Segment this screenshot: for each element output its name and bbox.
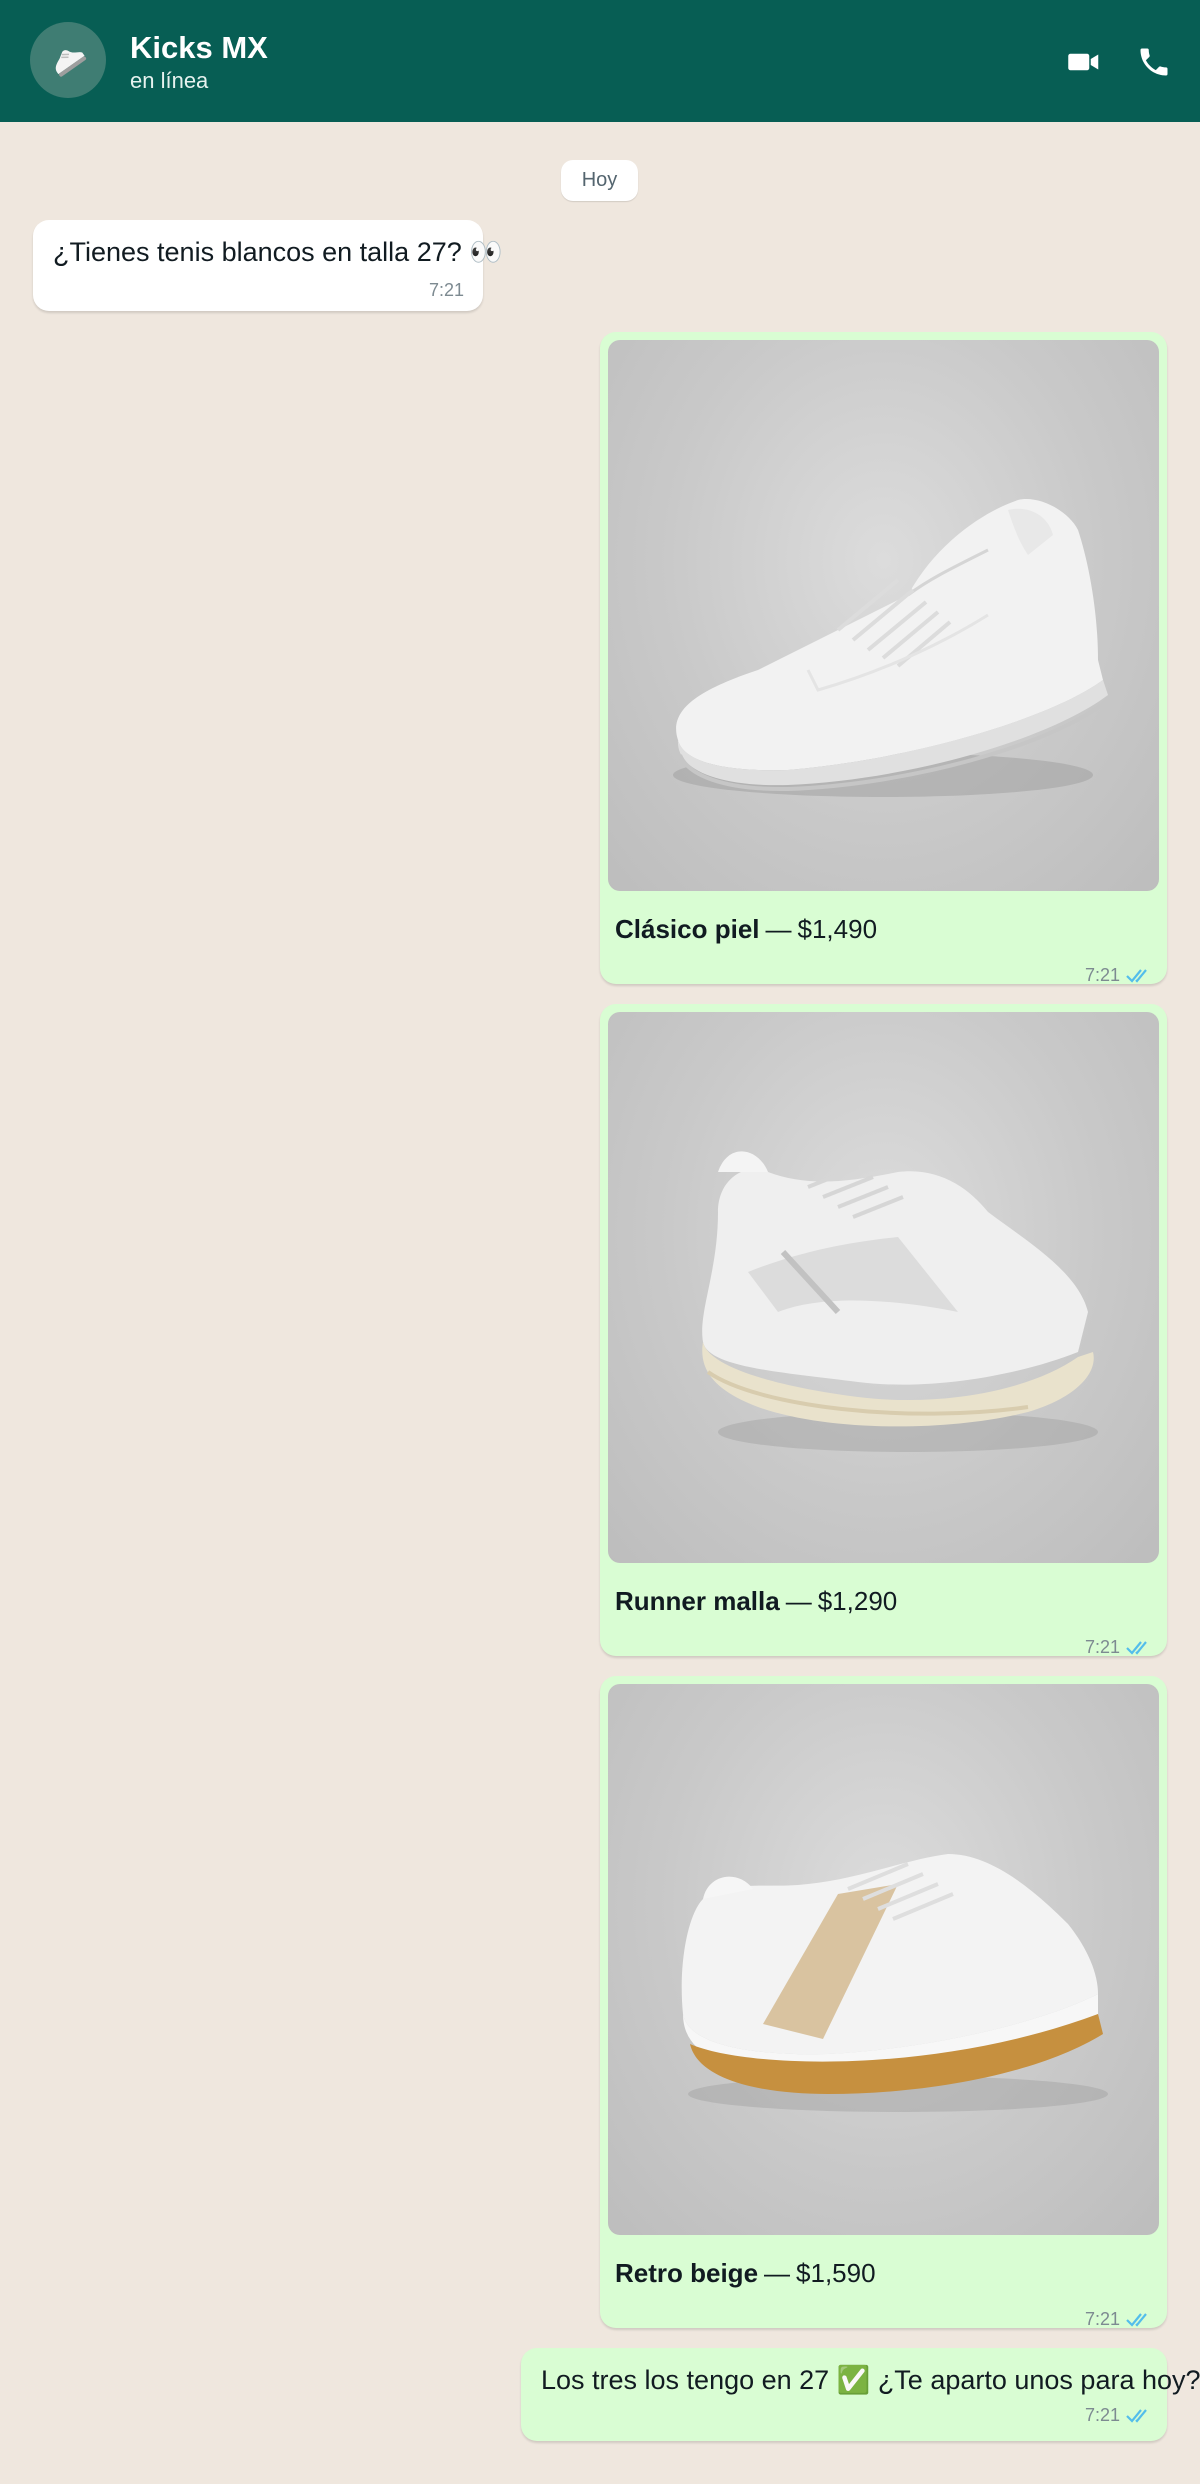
product-price: $1,590 bbox=[796, 2258, 876, 2288]
product-caption: Clásico piel — $1,490 bbox=[615, 914, 877, 945]
message-time: 7:21 bbox=[429, 280, 464, 301]
contact-avatar[interactable] bbox=[30, 22, 106, 98]
outgoing-message[interactable]: Los tres los tengo en 27 ✅ ¿Te aparto un… bbox=[521, 2348, 1200, 2441]
timestamp: 7:21 bbox=[1085, 965, 1121, 985]
product-photo-retro[interactable] bbox=[608, 1684, 1159, 2235]
incoming-message[interactable]: ¿Tienes tenis blancos en talla 27? 👀 7:2… bbox=[33, 220, 503, 311]
message-time: 7:21 bbox=[1085, 2309, 1152, 2330]
product-name: Runner malla bbox=[615, 1586, 780, 1616]
timestamp: 7:21 bbox=[1085, 2405, 1121, 2425]
caption-dash: — bbox=[765, 914, 792, 944]
video-call-icon[interactable] bbox=[1066, 44, 1102, 80]
contact-status: en línea bbox=[130, 68, 209, 93]
caption-dash: — bbox=[764, 2258, 791, 2288]
message-text: ¿Tienes tenis blancos en talla 27? 👀 bbox=[53, 237, 503, 267]
product-photo-clasico[interactable] bbox=[608, 340, 1159, 891]
contact-name[interactable]: Kicks MX bbox=[130, 30, 268, 66]
message-time: 7:21 bbox=[1085, 2405, 1152, 2426]
date-divider: Hoy bbox=[561, 160, 638, 201]
white-mesh-runner-image bbox=[702, 1151, 1098, 1452]
timestamp: 7:21 bbox=[429, 280, 465, 300]
chat-header: Kicks MX en línea bbox=[0, 0, 1200, 122]
timestamp: 7:21 bbox=[1085, 2309, 1121, 2329]
timestamp: 7:21 bbox=[1085, 1637, 1121, 1657]
double-check-read-icon bbox=[1126, 968, 1147, 983]
message-time: 7:21 bbox=[1085, 1637, 1152, 1658]
caption-dash: — bbox=[785, 1586, 812, 1616]
sneaker-avatar-icon bbox=[55, 50, 87, 77]
product-caption: Retro beige — $1,590 bbox=[615, 2258, 876, 2289]
product-name: Clásico piel bbox=[615, 914, 760, 944]
product-image-message[interactable]: Clásico piel — $1,490 7:21 bbox=[600, 332, 1167, 986]
product-image-message[interactable]: Runner malla — $1,290 7:21 bbox=[600, 1004, 1167, 1658]
product-image-message[interactable]: Retro beige — $1,590 7:21 bbox=[600, 1676, 1167, 2330]
product-price: $1,490 bbox=[797, 914, 878, 944]
white-leather-sneaker-image bbox=[673, 499, 1110, 797]
double-check-read-icon bbox=[1126, 1640, 1147, 1655]
message-time: 7:21 bbox=[1085, 965, 1152, 986]
double-check-read-icon bbox=[1126, 2312, 1147, 2327]
product-photo-runner[interactable] bbox=[608, 1012, 1159, 1563]
product-price: $1,290 bbox=[817, 1586, 898, 1616]
message-text: Los tres los tengo en 27 ✅ ¿Te aparto un… bbox=[541, 2365, 1200, 2395]
product-caption: Runner malla — $1,290 bbox=[615, 1586, 897, 1617]
product-name: Retro beige bbox=[615, 2258, 759, 2288]
double-check-read-icon bbox=[1126, 2408, 1147, 2423]
retro-beige-sneaker-image bbox=[681, 1854, 1108, 2112]
phone-call-icon[interactable] bbox=[1136, 44, 1172, 80]
